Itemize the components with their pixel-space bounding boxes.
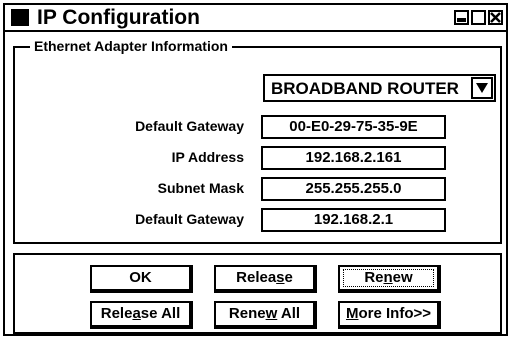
default-gateway-ip-value: 192.168.2.1: [261, 208, 446, 232]
release-all-button[interactable]: Release All: [90, 301, 193, 329]
chevron-down-icon[interactable]: [471, 77, 493, 99]
ok-button[interactable]: OK: [90, 265, 193, 293]
ip-address-label: IP Address: [171, 149, 244, 165]
subnet-mask-label: Subnet Mask: [157, 180, 244, 196]
button-panel: OK Release Renew Release All Renew All M…: [13, 253, 502, 334]
window-title: IP Configuration: [37, 6, 200, 29]
maximize-icon[interactable]: [471, 10, 486, 25]
more-info-button-label: More Info>>: [345, 305, 432, 322]
minimize-icon[interactable]: [454, 10, 469, 25]
renew-all-button[interactable]: Renew All: [214, 301, 317, 329]
renew-all-button-label: Renew All: [228, 305, 301, 322]
renew-button-label: Renew: [364, 269, 413, 286]
default-gateway-mac-label: Default Gateway: [135, 118, 244, 134]
close-icon[interactable]: [488, 10, 503, 25]
adapter-select-value: BROADBAND ROUTER: [271, 79, 459, 98]
more-info-button[interactable]: More Info>>: [338, 301, 441, 329]
default-gateway-mac-value: 00-E0-29-75-35-9E: [261, 115, 446, 139]
release-all-button-label: Release All: [100, 305, 181, 322]
renew-button[interactable]: Renew: [338, 265, 441, 293]
release-button-label: Release: [236, 269, 293, 286]
ip-configuration-window: IP Configuration Ethernet Adapter Inform…: [3, 3, 508, 336]
ip-address-value: 192.168.2.161: [261, 146, 446, 170]
subnet-mask-value: 255.255.255.0: [261, 177, 446, 201]
adapter-select[interactable]: BROADBAND ROUTER: [263, 74, 496, 102]
default-gateway-ip-label: Default Gateway: [135, 211, 244, 227]
release-button[interactable]: Release: [214, 265, 317, 293]
group-label: Ethernet Adapter Information: [30, 38, 232, 55]
title-bar[interactable]: IP Configuration: [5, 5, 506, 32]
system-menu-icon[interactable]: [11, 9, 29, 26]
ok-button-label: OK: [129, 269, 152, 286]
ethernet-adapter-group: Ethernet Adapter Information BROADBAND R…: [13, 38, 502, 244]
